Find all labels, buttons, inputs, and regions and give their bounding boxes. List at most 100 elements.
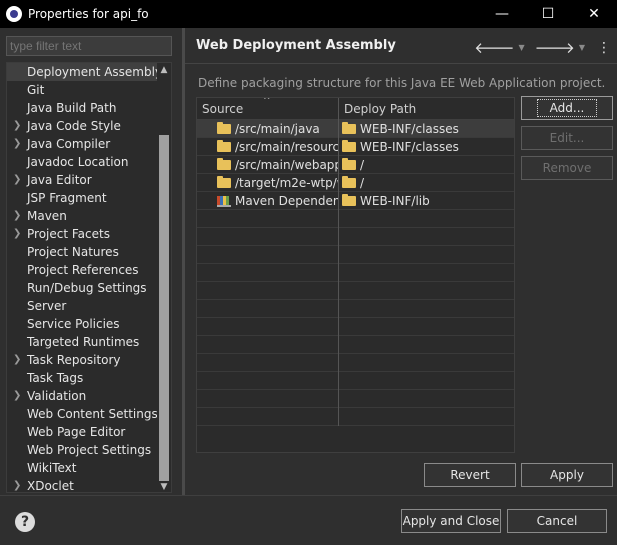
expand-chevron-icon[interactable]: ❯ xyxy=(13,117,21,135)
tree-item[interactable]: ❯ Validation xyxy=(7,387,171,405)
tree-item[interactable]: Git xyxy=(7,81,171,99)
tree-item[interactable]: Run/Debug Settings xyxy=(7,279,171,297)
tree-item[interactable]: Java Build Path xyxy=(7,99,171,117)
deploy-path-text: WEB-INF/classes xyxy=(360,121,459,136)
scroll-down-icon[interactable]: ▼ xyxy=(157,480,171,492)
tree-item[interactable]: Web Project Settings xyxy=(7,441,171,459)
folder-icon xyxy=(342,140,356,152)
expand-chevron-icon[interactable]: ❯ xyxy=(13,477,21,492)
empty-table-row xyxy=(197,282,514,300)
tree-item[interactable]: ❯ Task Repository xyxy=(7,351,171,369)
folder-icon xyxy=(217,122,231,134)
tree-item-label: Java Build Path xyxy=(27,101,117,115)
page-navigation: 🡐 ▼ 🡒 ▼ ⋮ xyxy=(474,38,611,57)
edit-button[interactable]: Edit... xyxy=(521,126,613,150)
add-button[interactable]: Add... xyxy=(521,96,613,120)
view-menu-icon[interactable]: ⋮ xyxy=(597,40,611,56)
property-pages-tree: Deployment Assembly Git Java Build Path ❯ Ja… xyxy=(6,62,172,493)
maximize-button[interactable]: ☐ xyxy=(525,0,571,28)
remove-button[interactable]: Remove xyxy=(521,156,613,180)
expand-chevron-icon[interactable]: ❯ xyxy=(13,225,21,243)
folder-icon xyxy=(217,158,231,170)
table-row[interactable]: /target/m2e-wtp/web-resources / xyxy=(197,174,514,192)
back-arrow-icon[interactable]: 🡐 xyxy=(474,38,514,57)
tree-item[interactable]: Deployment Assembly xyxy=(7,63,171,81)
empty-table-row xyxy=(197,372,514,390)
tree-item-label: Java Compiler xyxy=(27,137,111,151)
table-row[interactable]: /src/main/webapp / xyxy=(197,156,514,174)
expand-chevron-icon[interactable]: ❯ xyxy=(13,351,21,369)
apply-button[interactable]: Apply xyxy=(521,463,613,487)
empty-table-row xyxy=(197,408,514,426)
deploy-path-cell: / xyxy=(339,174,514,192)
tree-item[interactable]: Server xyxy=(7,297,171,315)
tree-item-label: Server xyxy=(27,299,67,313)
cancel-button[interactable]: Cancel xyxy=(507,509,607,533)
empty-cell xyxy=(197,336,339,354)
expand-chevron-icon[interactable]: ❯ xyxy=(13,135,21,153)
tree-item-label: Validation xyxy=(27,389,87,403)
tree-item-label: Javadoc Location xyxy=(27,155,129,169)
close-button[interactable]: ✕ xyxy=(571,0,617,28)
forward-dropdown-icon[interactable]: ▼ xyxy=(579,43,585,52)
revert-button[interactable]: Revert xyxy=(424,463,516,487)
filter-input[interactable] xyxy=(6,36,172,56)
tree-item-label: Project Facets xyxy=(27,227,110,241)
empty-table-row xyxy=(197,246,514,264)
table-row[interactable]: Maven Dependencies WEB-INF/lib xyxy=(197,192,514,210)
tree-item[interactable]: Service Policies xyxy=(7,315,171,333)
tree-item-label: Git xyxy=(27,83,45,97)
tree-item[interactable]: Targeted Runtimes xyxy=(7,333,171,351)
tree-item[interactable]: Web Content Settings xyxy=(7,405,171,423)
title-bar: Properties for api_fo — ☐ ✕ xyxy=(0,0,617,28)
assembly-table: ^ Source Deploy Path /src/main/java WEB-I… xyxy=(196,97,515,453)
empty-cell xyxy=(339,354,514,372)
source-cell: /src/main/resources xyxy=(197,138,339,156)
empty-cell xyxy=(339,336,514,354)
tree-item[interactable]: Project References xyxy=(7,261,171,279)
tree-item[interactable]: WikiText xyxy=(7,459,171,477)
apply-and-close-button[interactable]: Apply and Close xyxy=(401,509,501,533)
folder-icon xyxy=(342,158,356,170)
empty-cell xyxy=(339,300,514,318)
expand-chevron-icon[interactable]: ❯ xyxy=(13,387,21,405)
source-cell: Maven Dependencies xyxy=(197,192,339,210)
tree-item[interactable]: ❯ Java Editor xyxy=(7,171,171,189)
tree-item[interactable]: Project Natures xyxy=(7,243,171,261)
forward-arrow-icon[interactable]: 🡒 xyxy=(535,38,575,57)
table-row[interactable]: /src/main/java WEB-INF/classes xyxy=(197,120,514,138)
scroll-up-icon[interactable]: ▲ xyxy=(157,63,171,77)
empty-cell xyxy=(197,372,339,390)
tree-item[interactable]: ❯ Project Facets xyxy=(7,225,171,243)
empty-cell xyxy=(197,228,339,246)
scrollbar-thumb[interactable] xyxy=(159,135,169,481)
tree-item-label: JSP Fragment xyxy=(27,191,107,205)
empty-cell xyxy=(339,390,514,408)
tree-item[interactable]: ❯ XDoclet xyxy=(7,477,171,492)
column-header-deploy-path[interactable]: Deploy Path xyxy=(339,98,514,120)
tree-item[interactable]: ❯ Maven xyxy=(7,207,171,225)
tree-item[interactable]: ❯ Java Code Style xyxy=(7,117,171,135)
empty-cell xyxy=(339,372,514,390)
empty-cell xyxy=(197,300,339,318)
tree-item[interactable]: Web Page Editor xyxy=(7,423,171,441)
folder-icon xyxy=(217,176,231,188)
tree-item-label: Project References xyxy=(27,263,139,277)
source-cell: /target/m2e-wtp/web-resources xyxy=(197,174,339,192)
empty-cell xyxy=(197,354,339,372)
empty-table-row xyxy=(197,390,514,408)
deploy-path-text: / xyxy=(360,157,365,172)
back-dropdown-icon[interactable]: ▼ xyxy=(518,43,524,52)
help-icon[interactable]: ? xyxy=(15,512,35,532)
tree-item[interactable]: JSP Fragment xyxy=(7,189,171,207)
table-header: ^ Source Deploy Path xyxy=(197,98,514,120)
minimize-button[interactable]: — xyxy=(479,0,525,28)
tree-scrollbar[interactable]: ▲ ▼ xyxy=(157,63,171,492)
expand-chevron-icon[interactable]: ❯ xyxy=(13,171,21,189)
empty-cell xyxy=(339,282,514,300)
tree-item[interactable]: Javadoc Location xyxy=(7,153,171,171)
expand-chevron-icon[interactable]: ❯ xyxy=(13,207,21,225)
tree-item[interactable]: ❯ Java Compiler xyxy=(7,135,171,153)
tree-item[interactable]: Task Tags xyxy=(7,369,171,387)
table-row[interactable]: /src/main/resources WEB-INF/classes xyxy=(197,138,514,156)
